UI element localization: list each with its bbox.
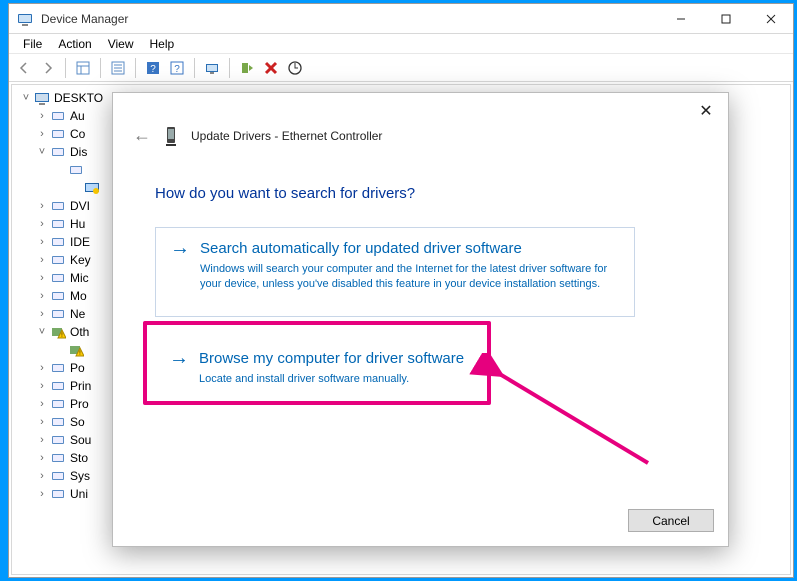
device-category-icon bbox=[50, 468, 66, 484]
expand-icon[interactable]: ˅ bbox=[36, 143, 48, 161]
device-category-icon bbox=[50, 450, 66, 466]
expand-icon[interactable]: › bbox=[36, 125, 48, 143]
device-category-icon bbox=[68, 162, 84, 178]
menu-action[interactable]: Action bbox=[50, 35, 99, 53]
option2-desc: Locate and install driver software manua… bbox=[199, 372, 619, 387]
menu-file[interactable]: File bbox=[15, 35, 50, 53]
option-search-automatically[interactable]: → Search automatically for updated drive… bbox=[155, 227, 635, 317]
option1-title: Search automatically for updated driver … bbox=[200, 240, 522, 257]
dialog-back-button[interactable]: ← bbox=[133, 125, 151, 146]
device-category-icon bbox=[50, 306, 66, 322]
arrow-right-icon: → bbox=[170, 238, 190, 258]
update-drivers-dialog: ✕ ← Update Drivers - Ethernet Controller… bbox=[112, 92, 729, 547]
option2-title: Browse my computer for driver software bbox=[199, 350, 464, 367]
cancel-label: Cancel bbox=[652, 514, 689, 528]
cancel-button[interactable]: Cancel bbox=[628, 509, 714, 532]
device-category-icon bbox=[50, 396, 66, 412]
device-category-icon bbox=[50, 252, 66, 268]
expand-icon[interactable]: › bbox=[36, 485, 48, 503]
help-button[interactable]: ? bbox=[142, 57, 164, 79]
menubar: File Action View Help bbox=[9, 34, 793, 54]
toolbar: ? ? bbox=[9, 54, 793, 82]
expand-icon[interactable]: › bbox=[36, 395, 48, 413]
menu-view[interactable]: View bbox=[100, 35, 142, 53]
expand-icon[interactable]: › bbox=[36, 449, 48, 467]
expand-icon[interactable]: › bbox=[36, 359, 48, 377]
warning-device-icon: ! bbox=[68, 342, 84, 358]
svg-text:?: ? bbox=[174, 64, 180, 75]
device-category-icon bbox=[50, 378, 66, 394]
device-manager-window: Device Manager File Action View Help ? ? bbox=[8, 3, 794, 578]
titlebar: Device Manager bbox=[9, 4, 793, 34]
device-icon bbox=[163, 126, 179, 146]
expand-icon[interactable]: › bbox=[36, 287, 48, 305]
expand-icon[interactable]: › bbox=[36, 197, 48, 215]
window-title: Device Manager bbox=[41, 12, 658, 26]
display-adapter-icon bbox=[84, 180, 100, 196]
option-browse-computer[interactable]: → Browse my computer for driver software… bbox=[155, 338, 635, 398]
device-manager-icon bbox=[17, 11, 33, 27]
expand-icon[interactable]: › bbox=[36, 467, 48, 485]
warning-device-icon: ! bbox=[50, 324, 66, 340]
forward-button[interactable] bbox=[37, 57, 59, 79]
maximize-button[interactable] bbox=[703, 4, 748, 33]
update-driver-button[interactable] bbox=[201, 57, 223, 79]
close-button[interactable] bbox=[748, 4, 793, 33]
device-category-icon bbox=[50, 360, 66, 376]
device-category-icon bbox=[50, 270, 66, 286]
show-hide-tree-button[interactable] bbox=[72, 57, 94, 79]
enable-button[interactable] bbox=[236, 57, 258, 79]
scan-hardware-button[interactable] bbox=[284, 57, 306, 79]
expand-icon[interactable]: › bbox=[36, 377, 48, 395]
expand-icon[interactable]: › bbox=[36, 251, 48, 269]
expand-icon[interactable]: › bbox=[36, 431, 48, 449]
expand-icon[interactable]: › bbox=[36, 215, 48, 233]
device-category-icon bbox=[50, 216, 66, 232]
minimize-button[interactable] bbox=[658, 4, 703, 33]
device-category-icon bbox=[50, 108, 66, 124]
arrow-right-icon: → bbox=[169, 348, 189, 368]
back-button[interactable] bbox=[13, 57, 35, 79]
collapse-icon[interactable]: ˅ bbox=[20, 89, 32, 107]
device-category-icon bbox=[50, 414, 66, 430]
properties-button[interactable] bbox=[107, 57, 129, 79]
help2-button[interactable]: ? bbox=[166, 57, 188, 79]
expand-icon[interactable]: › bbox=[36, 107, 48, 125]
device-category-icon bbox=[50, 486, 66, 502]
device-category-icon bbox=[50, 144, 66, 160]
option1-desc: Windows will search your computer and th… bbox=[200, 262, 620, 292]
tree-root-label: DESKTO bbox=[54, 89, 103, 107]
dialog-close-button[interactable]: ✕ bbox=[696, 103, 716, 123]
device-category-icon bbox=[50, 126, 66, 142]
expand-icon[interactable]: › bbox=[36, 305, 48, 323]
dialog-heading: How do you want to search for drivers? bbox=[155, 185, 415, 202]
uninstall-button[interactable] bbox=[260, 57, 282, 79]
device-category-icon bbox=[50, 234, 66, 250]
device-category-icon bbox=[50, 198, 66, 214]
expand-icon[interactable]: › bbox=[36, 233, 48, 251]
computer-icon bbox=[34, 90, 50, 106]
menu-help[interactable]: Help bbox=[142, 35, 183, 53]
svg-text:?: ? bbox=[150, 64, 156, 75]
device-category-icon bbox=[50, 288, 66, 304]
dialog-title: Update Drivers - Ethernet Controller bbox=[191, 129, 382, 143]
device-category-icon bbox=[50, 432, 66, 448]
expand-icon[interactable]: ˅ bbox=[36, 323, 48, 341]
expand-icon[interactable]: › bbox=[36, 413, 48, 431]
expand-icon[interactable]: › bbox=[36, 269, 48, 287]
